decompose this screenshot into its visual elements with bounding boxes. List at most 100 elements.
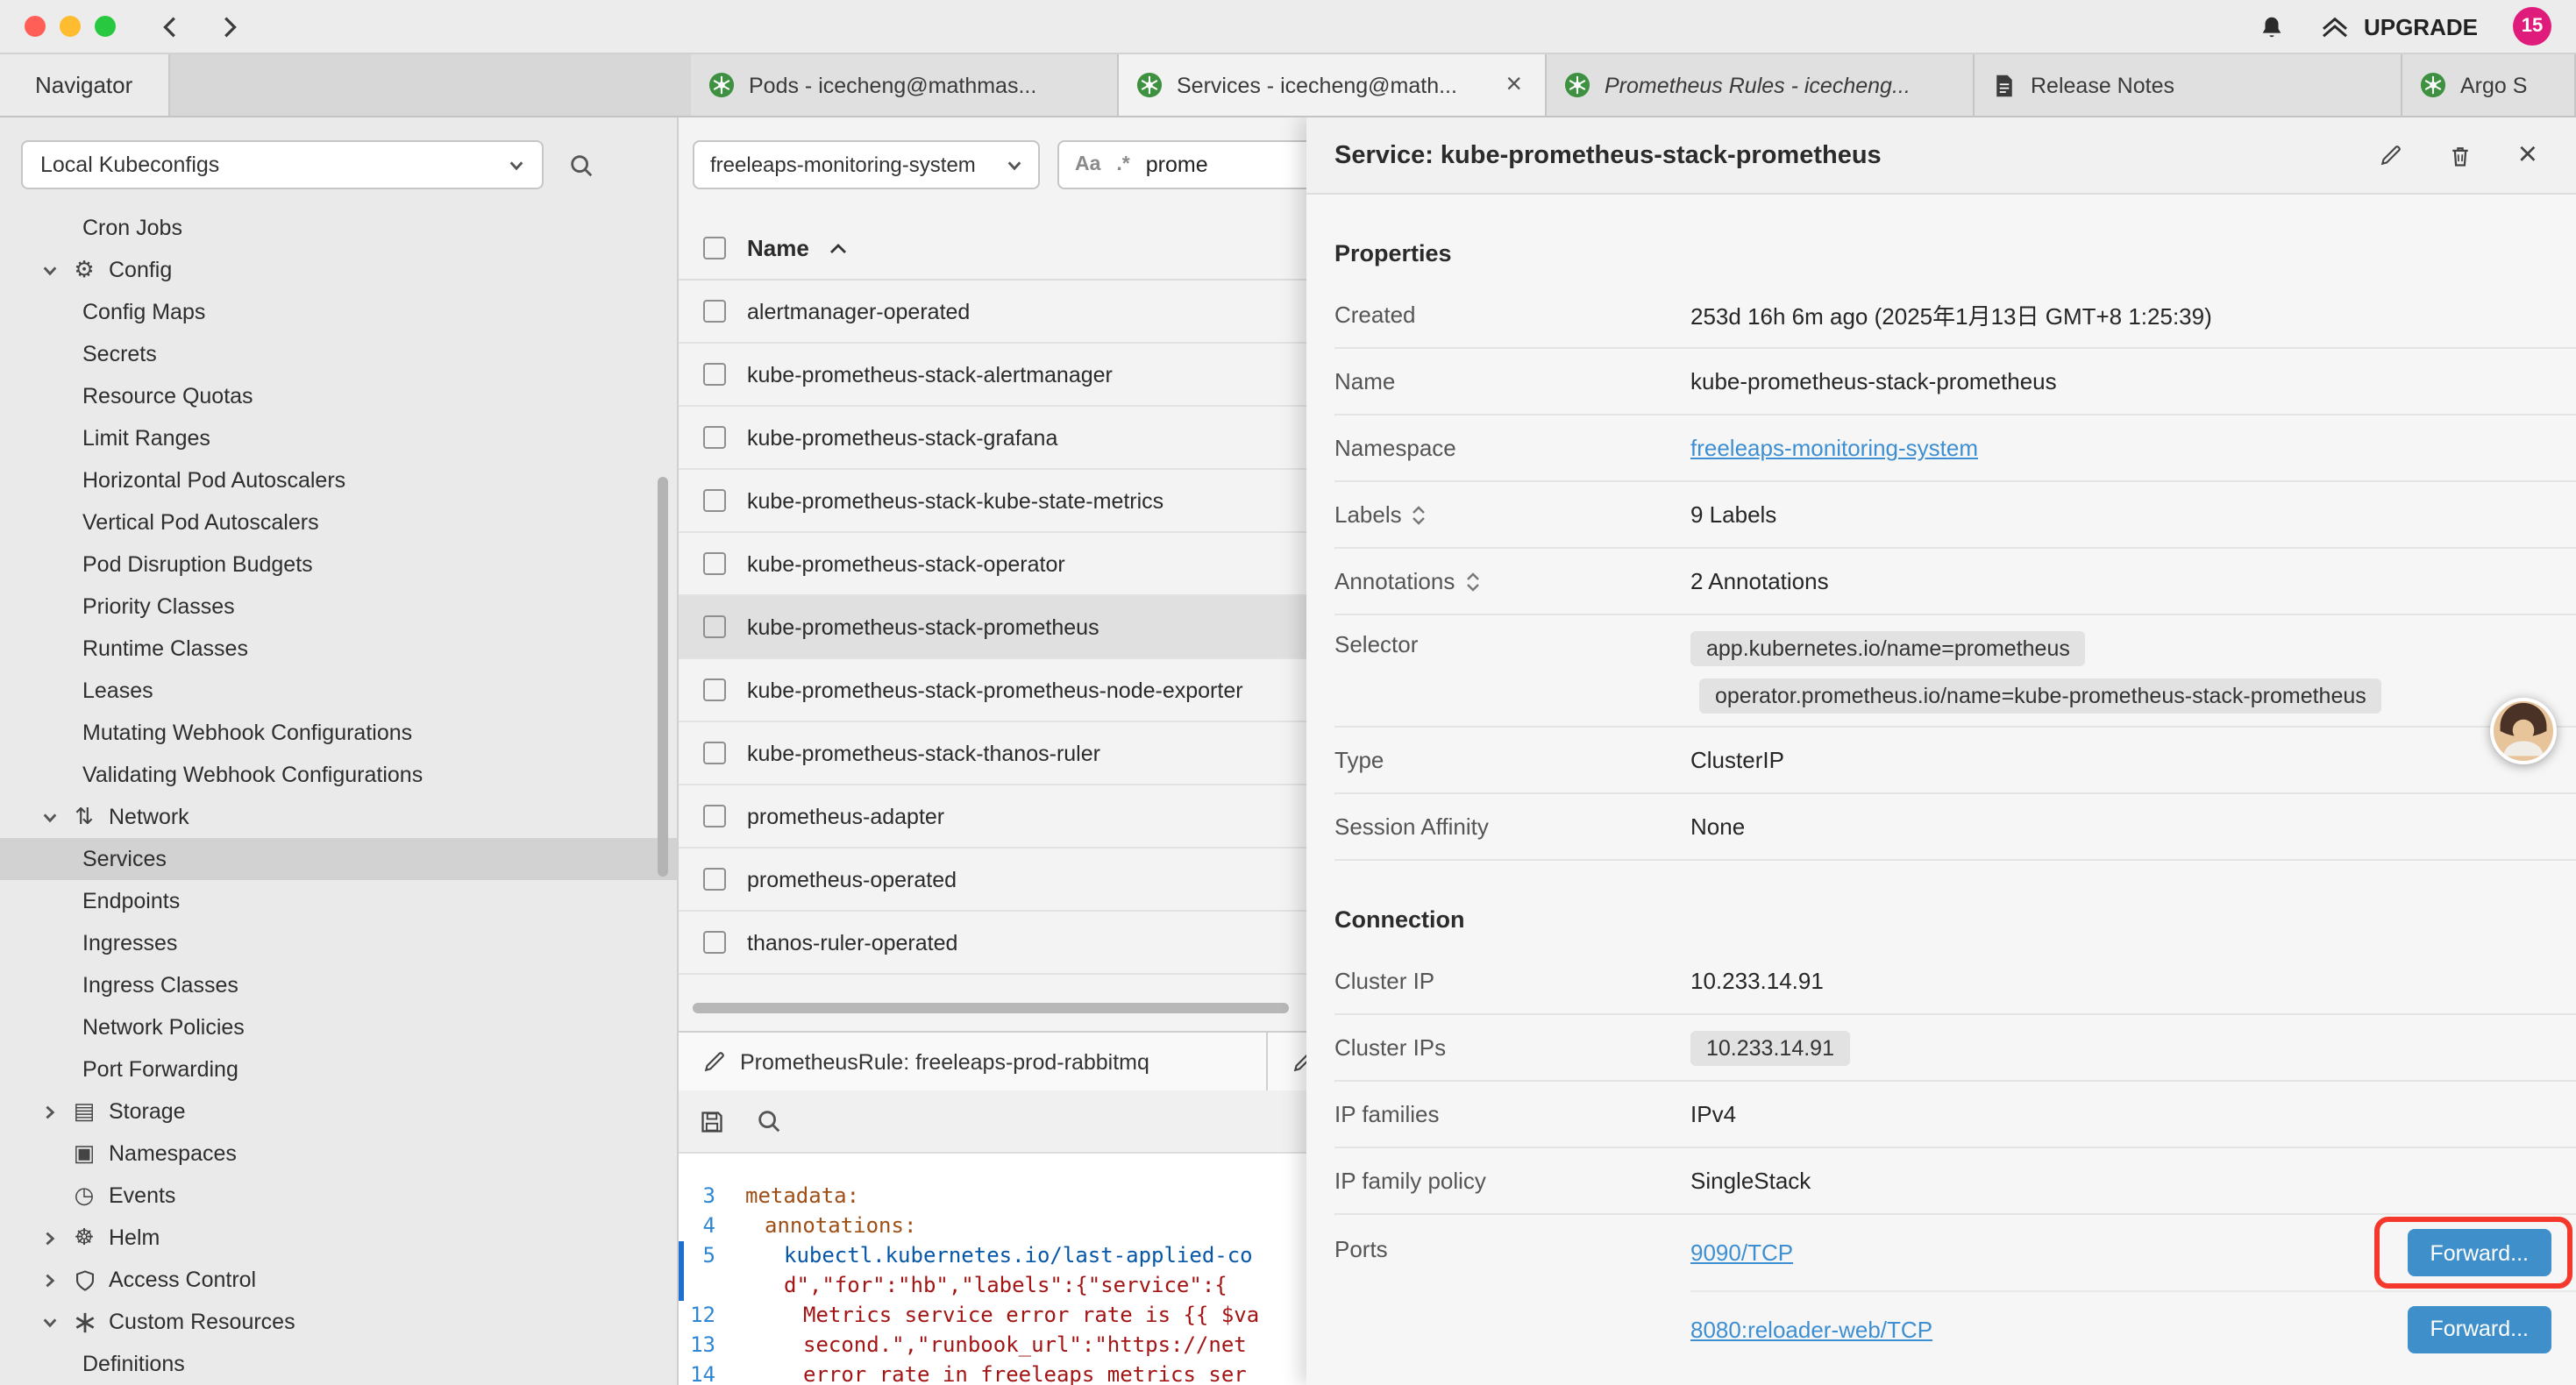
list-search-input[interactable]: Aa .* prome [1057, 140, 1306, 189]
row-checkbox[interactable] [703, 489, 726, 512]
row-checkbox[interactable] [703, 300, 726, 323]
sidebar-item-leases[interactable]: Leases [0, 670, 677, 712]
row-checkbox[interactable] [703, 868, 726, 891]
regex-toggle[interactable]: .* [1116, 154, 1129, 175]
detail-row-ip-families: IP familiesIPv4 [1334, 1082, 2576, 1148]
notifications-bell-icon[interactable] [2259, 13, 2285, 39]
sidebar-item-network-policies[interactable]: Network Policies [0, 1006, 677, 1048]
row-checkbox[interactable] [703, 931, 726, 954]
sidebar-item-runtime-classes[interactable]: Runtime Classes [0, 628, 677, 670]
forward-button[interactable]: Forward... [2407, 1229, 2551, 1276]
service-name: kube-prometheus-stack-prometheus-node-ex… [747, 678, 1243, 702]
name-column-header[interactable]: Name [747, 235, 809, 261]
sidebar-item-services[interactable]: Services [0, 838, 677, 880]
sidebar-item-horizontal-pod-autoscalers[interactable]: Horizontal Pod Autoscalers [0, 459, 677, 501]
port-link[interactable]: 9090/TCP [1690, 1239, 1793, 1266]
horizontal-scrollbar[interactable] [693, 1003, 1289, 1013]
save-icon[interactable] [700, 1109, 724, 1133]
table-row-thanos-ruler-operated[interactable]: thanos-ruler-operated [679, 912, 1306, 975]
namespace-filter[interactable]: freeleaps-monitoring-system [693, 140, 1040, 189]
tab-services-icecheng-math[interactable]: Services - icecheng@math...× [1119, 54, 1547, 116]
sidebar-item-custom-resources[interactable]: Custom Resources [0, 1301, 677, 1343]
sidebar-item-config-maps[interactable]: Config Maps [0, 291, 677, 333]
sidebar-item-validating-webhook-configurations[interactable]: Validating Webhook Configurations [0, 754, 677, 796]
row-checkbox[interactable] [703, 552, 726, 575]
sidebar-item-config[interactable]: ⚙Config [0, 249, 677, 291]
maximize-window-button[interactable] [95, 16, 116, 37]
table-row-kube-prometheus-stack-kube-state-metrics[interactable]: kube-prometheus-stack-kube-state-metrics [679, 470, 1306, 533]
tab-label: Release Notes [2031, 73, 2383, 97]
detail-row-value: 9 Labels [1690, 501, 1776, 528]
table-row-kube-prometheus-stack-operator[interactable]: kube-prometheus-stack-operator [679, 533, 1306, 596]
sidebar-item-namespaces[interactable]: ▣Namespaces [0, 1133, 677, 1175]
forward-button[interactable]: Forward... [2407, 1305, 2551, 1353]
namespace-link[interactable]: freeleaps-monitoring-system [1690, 435, 1978, 461]
close-window-button[interactable] [25, 16, 46, 37]
sidebar-item-priority-classes[interactable]: Priority Classes [0, 586, 677, 628]
back-icon[interactable] [158, 13, 184, 39]
detail-row-label: Selector [1334, 631, 1690, 657]
detail-row-value: 253d 16h 6m ago (2025年1月13日 GMT+8 1:25:3… [1690, 298, 2212, 331]
kubeconfig-selector[interactable]: Local Kubeconfigs [21, 140, 544, 189]
table-row-kube-prometheus-stack-alertmanager[interactable]: kube-prometheus-stack-alertmanager [679, 344, 1306, 407]
sort-ascending-icon[interactable] [830, 243, 848, 253]
row-checkbox[interactable] [703, 615, 726, 638]
sidebar-item-secrets[interactable]: Secrets [0, 333, 677, 375]
upgrade-button[interactable]: UPGRADE [2320, 13, 2478, 39]
sidebar-item-endpoints[interactable]: Endpoints [0, 880, 677, 922]
tab-release-notes[interactable]: Release Notes [1975, 54, 2402, 116]
close-icon[interactable]: × [2518, 138, 2537, 172]
tab-close-icon[interactable]: × [1500, 71, 1527, 99]
sidebar-item-ingresses[interactable]: Ingresses [0, 922, 677, 964]
table-row-kube-prometheus-stack-thanos-ruler[interactable]: kube-prometheus-stack-thanos-ruler [679, 722, 1306, 785]
search-icon[interactable] [568, 152, 594, 178]
row-checkbox[interactable] [703, 805, 726, 827]
notification-badge[interactable]: 15 [2513, 7, 2551, 46]
dock-tab-prometheusrule[interactable]: PrometheusRule: freeleaps-prod-rabbitmq [679, 1033, 1268, 1090]
sidebar-item-events[interactable]: ◷Events [0, 1175, 677, 1217]
sidebar-item-resource-quotas[interactable]: Resource Quotas [0, 375, 677, 417]
tab-prometheus-rules-icecheng[interactable]: Prometheus Rules - icecheng... [1547, 54, 1975, 116]
row-checkbox[interactable] [703, 426, 726, 449]
row-checkbox[interactable] [703, 363, 726, 386]
sidebar-item-storage[interactable]: ▤Storage [0, 1090, 677, 1133]
forward-icon[interactable] [216, 13, 242, 39]
table-row-prometheus-adapter[interactable]: prometheus-adapter [679, 785, 1306, 849]
port-link[interactable]: 8080:reloader-web/TCP [1690, 1316, 1932, 1342]
table-row-kube-prometheus-stack-grafana[interactable]: kube-prometheus-stack-grafana [679, 407, 1306, 470]
select-all-checkbox[interactable] [703, 237, 726, 259]
row-checkbox[interactable] [703, 742, 726, 764]
sidebar-item-port-forwarding[interactable]: Port Forwarding [0, 1048, 677, 1090]
tab-argo-s[interactable]: Argo S [2402, 54, 2576, 116]
table-row-prometheus-operated[interactable]: prometheus-operated [679, 849, 1306, 912]
sidebar-item-cron-jobs[interactable]: Cron Jobs [0, 207, 677, 249]
service-name: kube-prometheus-stack-grafana [747, 425, 1057, 450]
sidebar-item-vertical-pod-autoscalers[interactable]: Vertical Pod Autoscalers [0, 501, 677, 543]
user-avatar[interactable] [2490, 698, 2557, 764]
sidebar-item-label: Port Forwarding [82, 1057, 238, 1082]
tab-pods-icecheng-mathmas[interactable]: Pods - icecheng@mathmas... [691, 54, 1119, 116]
table-row-kube-prometheus-stack-prometheus-node-exporter[interactable]: kube-prometheus-stack-prometheus-node-ex… [679, 659, 1306, 722]
sidebar-item-ingress-classes[interactable]: Ingress Classes [0, 964, 677, 1006]
row-checkbox[interactable] [703, 678, 726, 701]
table-row-kube-prometheus-stack-prometheus[interactable]: kube-prometheus-stack-prometheus [679, 596, 1306, 659]
dock-tab-next[interactable] [1268, 1033, 1306, 1090]
detail-row-label: IP family policy [1334, 1168, 1690, 1194]
edit-pencil-icon[interactable] [2380, 144, 2402, 167]
minimize-window-button[interactable] [60, 16, 81, 37]
sidebar-item-mutating-webhook-configurations[interactable]: Mutating Webhook Configurations [0, 712, 677, 754]
sidebar-item-limit-ranges[interactable]: Limit Ranges [0, 417, 677, 459]
editor-search-icon[interactable] [756, 1108, 782, 1134]
match-case-toggle[interactable]: Aa [1075, 154, 1100, 175]
sidebar-item-definitions[interactable]: Definitions [0, 1343, 677, 1385]
detail-row-label: Annotations [1334, 568, 1690, 594]
yaml-editor[interactable]: 3metadata:4annotations:5kubectl.kubernet… [679, 1154, 1306, 1385]
delete-trash-icon[interactable] [2448, 143, 2473, 167]
sidebar-item-helm[interactable]: ☸Helm [0, 1217, 677, 1259]
sidebar-item-access-control[interactable]: Access Control [0, 1259, 677, 1301]
sidebar-item-pod-disruption-budgets[interactable]: Pod Disruption Budgets [0, 543, 677, 586]
table-row-alertmanager-operated[interactable]: alertmanager-operated [679, 281, 1306, 344]
sidebar-item-label: Runtime Classes [82, 636, 248, 661]
sidebar-item-network[interactable]: ⇅Network [0, 796, 677, 838]
sidebar-scrollbar[interactable] [658, 477, 668, 877]
